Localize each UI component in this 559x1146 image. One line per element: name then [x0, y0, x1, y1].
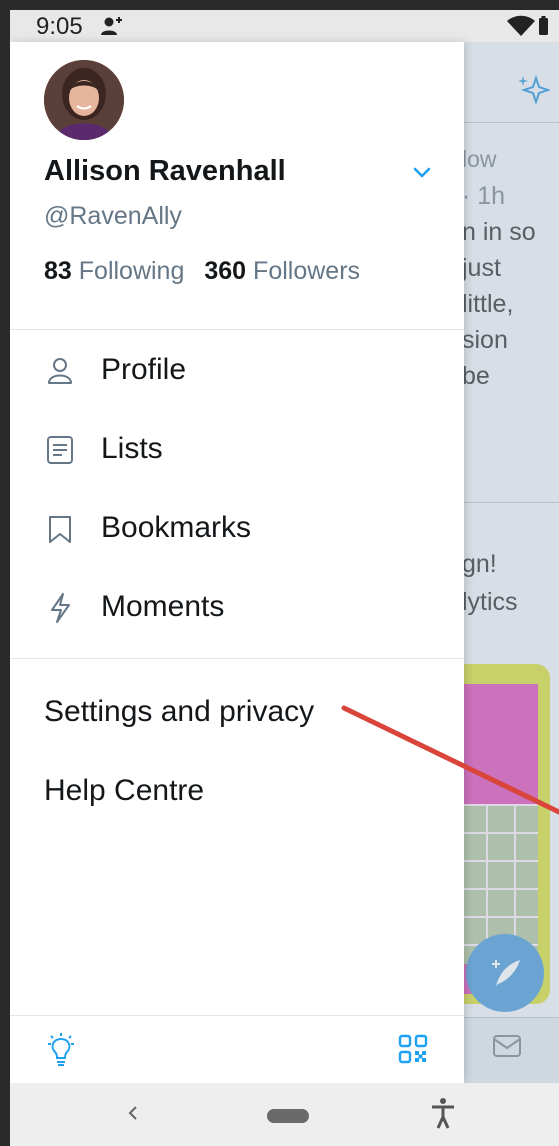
menu-item-bookmarks[interactable]: Bookmarks	[10, 497, 464, 561]
follow-stats: 83 Following 360 Followers	[44, 257, 360, 286]
system-navigation-bar	[10, 1083, 559, 1146]
menu-item-label: Bookmarks	[101, 511, 252, 544]
avatar-image	[44, 60, 124, 140]
help-centre-link[interactable]: Help Centre	[44, 774, 204, 808]
drawer-divider	[10, 658, 464, 659]
menu-item-profile[interactable]: Profile	[10, 339, 464, 403]
profile-name[interactable]: Allison Ravenhall	[44, 155, 286, 188]
home-pill[interactable]	[267, 1109, 309, 1123]
drawer-footer	[10, 1015, 464, 1083]
lightbulb-icon[interactable]	[44, 1032, 78, 1068]
wifi-battery-icon	[507, 15, 548, 36]
followers-link[interactable]: 360 Followers	[204, 257, 360, 285]
account-add-status-icon	[101, 17, 122, 35]
list-icon	[47, 436, 73, 464]
followers-count: 360	[204, 257, 247, 285]
qr-code-icon[interactable]	[398, 1034, 428, 1064]
settings-and-privacy-link[interactable]: Settings and privacy	[44, 695, 314, 729]
profile-handle: @RavenAlly	[44, 202, 182, 230]
menu-item-label: Lists	[101, 432, 163, 465]
following-link[interactable]: 83 Following	[44, 257, 184, 285]
drawer-divider	[10, 329, 464, 330]
menu-item-moments[interactable]: Moments	[10, 576, 464, 640]
chevron-down-icon[interactable]	[410, 160, 434, 184]
status-time: 9:05	[36, 13, 83, 40]
following-label: Following	[78, 257, 185, 285]
person-icon	[48, 358, 72, 384]
navigation-drawer: Allison Ravenhall @RavenAlly 83 Followin…	[10, 42, 464, 1083]
lightning-icon	[51, 593, 70, 623]
status-bar: 9:05	[10, 10, 559, 42]
accessibility-icon[interactable]	[430, 1097, 456, 1129]
device-screen: 9:05 low · 1h n in so just little, sion …	[10, 10, 559, 1146]
back-icon[interactable]	[122, 1099, 142, 1127]
bookmark-icon	[49, 516, 71, 543]
menu-item-label: Profile	[101, 353, 187, 386]
followers-label: Followers	[253, 257, 361, 285]
menu-item-label: Moments	[101, 590, 225, 623]
avatar[interactable]	[44, 60, 124, 140]
following-count: 83	[44, 257, 72, 285]
menu-item-lists[interactable]: Lists	[10, 418, 464, 482]
